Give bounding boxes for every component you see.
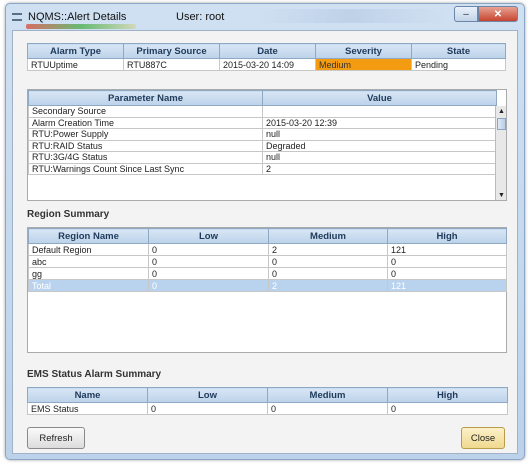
value-header[interactable]: Value (262, 90, 497, 106)
scroll-up-icon[interactable]: ▲ (496, 106, 506, 117)
low-cell: 0 (148, 255, 269, 268)
alarm-table: Alarm Type Primary Source Date Severity … (27, 43, 506, 71)
region-header-row: Region Name Low Medium High (28, 228, 507, 244)
ems-summary-table: Name Low Medium High EMS Status 0 0 0 (27, 387, 508, 415)
parameter-value-cell: 2015-03-20 12:39 (262, 116, 497, 129)
alarm-header-row: Alarm Type Primary Source Date Severity … (27, 43, 506, 59)
date-cell: 2015-03-20 14:09 (219, 58, 316, 71)
alarm-type-cell: RTUUptime (27, 58, 124, 71)
scroll-down-icon[interactable]: ▼ (496, 190, 506, 200)
ems-medium-cell: 0 (267, 402, 388, 415)
table-row[interactable]: Default Region 0 2 121 (28, 243, 507, 256)
total-row[interactable]: Total 0 2 121 (28, 279, 507, 292)
severity-header[interactable]: Severity (315, 43, 412, 59)
date-header[interactable]: Date (219, 43, 316, 59)
parameter-scrollbar[interactable]: ▲ ▼ (495, 106, 506, 200)
ems-name-header[interactable]: Name (27, 387, 148, 403)
ems-name-cell: EMS Status (27, 402, 148, 415)
table-row[interactable]: RTU:Power Supply null (28, 128, 497, 141)
refresh-button[interactable]: Refresh (27, 427, 85, 449)
table-row[interactable]: Alarm Creation Time 2015-03-20 12:39 (28, 116, 497, 129)
region-summary-table: Region Name Low Medium High Default Regi… (28, 228, 507, 292)
parameter-name-cell: RTU:Warnings Count Since Last Sync (28, 162, 263, 175)
high-cell: 0 (387, 267, 507, 280)
parameter-name-cell: RTU:3G/4G Status (28, 151, 263, 164)
alarm-type-header[interactable]: Alarm Type (27, 43, 124, 59)
dialog-client-area: Alarm Type Primary Source Date Severity … (12, 30, 518, 454)
high-cell: 121 (387, 243, 507, 256)
total-medium-cell: 2 (268, 279, 388, 292)
parameter-list: Parameter Name Value Secondary Source Al… (27, 89, 507, 201)
parameter-name-cell: RTU:RAID Status (28, 139, 263, 152)
ems-header-row: Name Low Medium High (27, 387, 508, 403)
severity-cell: Medium (315, 58, 412, 71)
low-header[interactable]: Low (148, 228, 269, 244)
table-row[interactable]: gg 0 0 0 (28, 267, 507, 280)
primary-source-cell: RTU887C (123, 58, 220, 71)
window-controls: – ✕ (454, 6, 518, 22)
region-summary-label: Region Summary (27, 209, 110, 220)
region-summary-list: Region Name Low Medium High Default Regi… (27, 227, 507, 353)
window-close-button[interactable]: ✕ (478, 6, 518, 22)
high-header[interactable]: High (387, 228, 507, 244)
ems-high-cell: 0 (387, 402, 508, 415)
total-label-cell: Total (28, 279, 149, 292)
ems-low-cell: 0 (147, 402, 268, 415)
parameter-table: Parameter Name Value Secondary Source Al… (28, 90, 497, 175)
system-menu-icon[interactable] (12, 13, 22, 21)
parameter-value-cell: 2 (262, 162, 497, 175)
parameter-name-cell: Alarm Creation Time (28, 116, 263, 129)
region-name-header[interactable]: Region Name (28, 228, 149, 244)
ems-low-header[interactable]: Low (147, 387, 268, 403)
parameter-value-cell: null (262, 128, 497, 141)
high-cell: 0 (387, 255, 507, 268)
ems-medium-header[interactable]: Medium (267, 387, 388, 403)
parameter-header-row: Parameter Name Value (28, 90, 497, 106)
close-icon: ✕ (493, 8, 503, 20)
table-row[interactable]: RTU:Warnings Count Since Last Sync 2 (28, 162, 497, 175)
parameter-name-header[interactable]: Parameter Name (28, 90, 263, 106)
scroll-thumb[interactable] (497, 118, 506, 130)
title-bar[interactable]: NQMS::Alert Details User: root – ✕ (6, 4, 524, 30)
table-row[interactable]: RTU:RAID Status Degraded (28, 139, 497, 152)
parameter-value-cell: Degraded (262, 139, 497, 152)
region-name-cell: abc (28, 255, 149, 268)
minimize-button[interactable]: – (454, 6, 478, 22)
primary-source-header[interactable]: Primary Source (123, 43, 220, 59)
ems-high-header[interactable]: High (387, 387, 508, 403)
medium-header[interactable]: Medium (268, 228, 388, 244)
user-label: User: root (176, 11, 225, 23)
close-button[interactable]: Close (461, 427, 505, 449)
minimize-icon: – (463, 8, 469, 20)
medium-cell: 0 (268, 267, 388, 280)
parameter-name-cell: RTU:Power Supply (28, 128, 263, 141)
parameter-value-cell (262, 105, 497, 118)
total-high-cell: 121 (387, 279, 507, 292)
low-cell: 0 (148, 267, 269, 280)
alert-details-window: NQMS::Alert Details User: root – ✕ Alarm… (5, 3, 525, 460)
alarm-row[interactable]: RTUUptime RTU887C 2015-03-20 14:09 Mediu… (27, 58, 506, 71)
parameter-name-cell: Secondary Source (28, 105, 263, 118)
region-name-cell: gg (28, 267, 149, 280)
low-cell: 0 (148, 243, 269, 256)
table-row[interactable]: EMS Status 0 0 0 (27, 402, 508, 415)
state-header[interactable]: State (411, 43, 506, 59)
parameter-value-cell: null (262, 151, 497, 164)
medium-cell: 2 (268, 243, 388, 256)
blurred-titlebar-area (256, 9, 446, 23)
total-low-cell: 0 (148, 279, 269, 292)
ems-summary-label: EMS Status Alarm Summary (27, 369, 162, 380)
table-row[interactable]: RTU:3G/4G Status null (28, 151, 497, 164)
state-cell: Pending (411, 58, 506, 71)
table-row[interactable]: Secondary Source (28, 105, 497, 118)
medium-cell: 0 (268, 255, 388, 268)
blurred-color-strip (26, 24, 136, 29)
window-title: NQMS::Alert Details (28, 11, 127, 23)
region-name-cell: Default Region (28, 243, 149, 256)
table-row[interactable]: abc 0 0 0 (28, 255, 507, 268)
